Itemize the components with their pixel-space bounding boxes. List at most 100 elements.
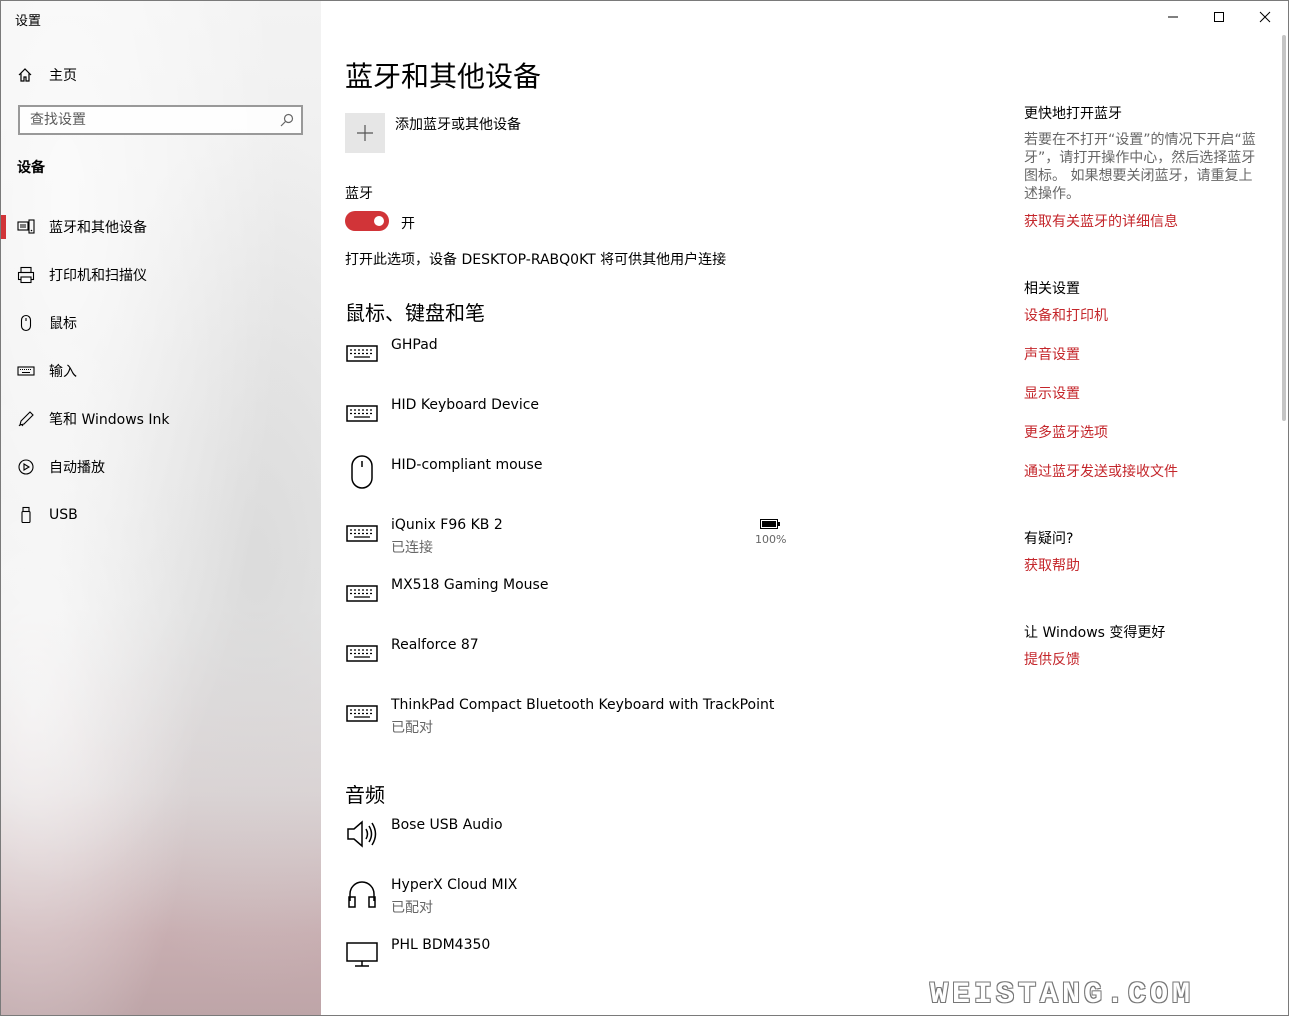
minimize-button[interactable] <box>1150 1 1196 33</box>
group-title-audio: 音频 <box>345 783 385 807</box>
keyboard-icon <box>345 577 379 611</box>
device-name: iQunix F96 KB 2 <box>391 517 503 533</box>
related-link-display[interactable]: 显示设置 <box>1024 383 1080 403</box>
pen-icon <box>18 411 34 427</box>
monitor-icon <box>345 937 379 971</box>
maximize-icon <box>1214 12 1224 22</box>
quick-link[interactable]: 获取有关蓝牙的详细信息 <box>1024 211 1178 231</box>
mouse-icon <box>345 455 379 489</box>
device-name: PHL BDM4350 <box>391 937 491 953</box>
related-link-sound[interactable]: 声音设置 <box>1024 344 1080 364</box>
autoplay-icon <box>18 459 34 475</box>
related-link-devices-printers[interactable]: 设备和打印机 <box>1024 305 1108 325</box>
window-controls <box>1150 1 1288 33</box>
device-name: HID Keyboard Device <box>391 397 540 413</box>
device-item[interactable]: iQunix F96 KB 2 已连接 <box>345 517 785 561</box>
add-device-label: 添加蓝牙或其他设备 <box>395 117 521 133</box>
page-title: 蓝牙和其他设备 <box>345 60 542 93</box>
battery-percent: 100% <box>755 533 787 546</box>
device-item[interactable]: Realforce 87 <box>345 637 785 681</box>
device-item[interactable]: MX518 Gaming Mouse <box>345 577 785 621</box>
sidebar-item-autoplay[interactable]: 自动播放 <box>1 443 321 491</box>
device-name: Realforce 87 <box>391 637 479 653</box>
nav-home-label: 主页 <box>49 68 77 84</box>
device-item[interactable]: Bose USB Audio <box>345 817 785 861</box>
device-item[interactable]: PHL BDM4350 <box>345 937 785 981</box>
sidebar-item-pen[interactable]: 笔和 Windows Ink <box>1 395 321 443</box>
quick-text: 若要在不打开“设置”的情况下开启“蓝牙”，请打开操作中心，然后选择蓝牙图标。 如… <box>1024 132 1256 202</box>
sidebar-item-printers[interactable]: 打印机和扫描仪 <box>1 251 321 299</box>
plus-icon <box>357 125 373 141</box>
scrollbar[interactable] <box>1282 35 1286 421</box>
battery-indicator: 100% <box>755 517 787 546</box>
related-link-more-bluetooth[interactable]: 更多蓝牙选项 <box>1024 422 1108 442</box>
group-title-input-devices: 鼠标、键盘和笔 <box>345 301 485 325</box>
help-link[interactable]: 获取帮助 <box>1024 555 1080 575</box>
add-device-button[interactable]: 添加蓝牙或其他设备 <box>345 113 521 153</box>
bluetooth-label: 蓝牙 <box>345 186 373 202</box>
keyboard-icon <box>345 337 379 371</box>
sidebar-item-label: 笔和 Windows Ink <box>49 412 170 428</box>
home-icon <box>18 68 32 82</box>
device-name: HyperX Cloud MIX <box>391 877 518 893</box>
sidebar-item-label: 鼠标 <box>49 316 77 332</box>
device-name: Bose USB Audio <box>391 817 503 833</box>
battery-icon <box>760 519 780 529</box>
app-title: 设置 <box>15 14 42 29</box>
sidebar-item-usb[interactable]: USB <box>1 491 321 539</box>
watermark: WEISTANG.COM <box>930 978 1195 1012</box>
device-item[interactable]: HID-compliant mouse <box>345 455 785 499</box>
minimize-icon <box>1168 16 1178 18</box>
device-status: 已配对 <box>391 900 433 916</box>
feedback-title: 让 Windows 变得更好 <box>1024 625 1166 641</box>
sidebar-item-label: 自动播放 <box>49 460 105 476</box>
device-status: 已连接 <box>391 540 433 556</box>
bluetooth-description: 打开此选项，设备 DESKTOP-RABQ0KT 将可供其他用户连接 <box>345 252 727 268</box>
printer-icon <box>17 266 35 284</box>
close-button[interactable] <box>1242 1 1288 33</box>
device-item[interactable]: GHPad <box>345 337 785 381</box>
keyboard-icon <box>345 517 379 551</box>
device-name: GHPad <box>391 337 438 353</box>
search-icon[interactable] <box>279 112 295 128</box>
mouse-icon <box>20 314 32 332</box>
related-link-send-receive[interactable]: 通过蓝牙发送或接收文件 <box>1024 461 1178 481</box>
usb-icon <box>21 506 31 524</box>
keyboard-icon <box>345 697 379 731</box>
device-item[interactable]: HyperX Cloud MIX 已配对 <box>345 877 785 921</box>
speaker-icon <box>345 817 379 851</box>
bluetooth-devices-icon <box>17 219 35 234</box>
sidebar-item-mouse[interactable]: 鼠标 <box>1 299 321 347</box>
nav-home[interactable]: 主页 <box>17 63 77 87</box>
search-box[interactable] <box>18 105 303 135</box>
nav-list: 蓝牙和其他设备 打印机和扫描仪 鼠标 输入 笔和 Windows Ink 自动播… <box>1 203 321 539</box>
quick-title: 更快地打开蓝牙 <box>1024 106 1122 122</box>
settings-window: 设置 主页 设备 蓝牙和其他设备 打印机和扫描仪 鼠标 <box>0 0 1289 1016</box>
sidebar: 设置 主页 设备 蓝牙和其他设备 打印机和扫描仪 鼠标 <box>1 1 321 1015</box>
sidebar-item-bluetooth[interactable]: 蓝牙和其他设备 <box>1 203 321 251</box>
bluetooth-state: 开 <box>401 216 415 232</box>
add-tile[interactable] <box>345 113 385 153</box>
device-name: ThinkPad Compact Bluetooth Keyboard with… <box>391 697 775 713</box>
device-item[interactable]: ThinkPad Compact Bluetooth Keyboard with… <box>345 697 785 741</box>
device-item[interactable]: HID Keyboard Device <box>345 397 785 441</box>
sidebar-item-label: USB <box>49 507 78 523</box>
help-title: 有疑问? <box>1024 531 1074 547</box>
main-content: 蓝牙和其他设备 添加蓝牙或其他设备 蓝牙 开 打开此选项，设备 DESKTOP-… <box>321 1 1288 1015</box>
close-icon <box>1259 11 1271 23</box>
headphones-icon <box>345 877 379 911</box>
sidebar-item-label: 打印机和扫描仪 <box>49 268 147 284</box>
device-name: MX518 Gaming Mouse <box>391 577 549 593</box>
keyboard-icon <box>345 397 379 431</box>
feedback-link[interactable]: 提供反馈 <box>1024 649 1080 669</box>
keyboard-icon <box>17 366 35 376</box>
device-name: HID-compliant mouse <box>391 457 543 473</box>
search-input[interactable] <box>20 107 280 133</box>
bluetooth-toggle[interactable] <box>345 211 389 231</box>
related-title: 相关设置 <box>1024 281 1080 297</box>
maximize-button[interactable] <box>1196 1 1242 33</box>
sidebar-item-label: 蓝牙和其他设备 <box>49 220 147 236</box>
sidebar-item-typing[interactable]: 输入 <box>1 347 321 395</box>
keyboard-icon <box>345 637 379 671</box>
sidebar-item-label: 输入 <box>49 364 77 380</box>
